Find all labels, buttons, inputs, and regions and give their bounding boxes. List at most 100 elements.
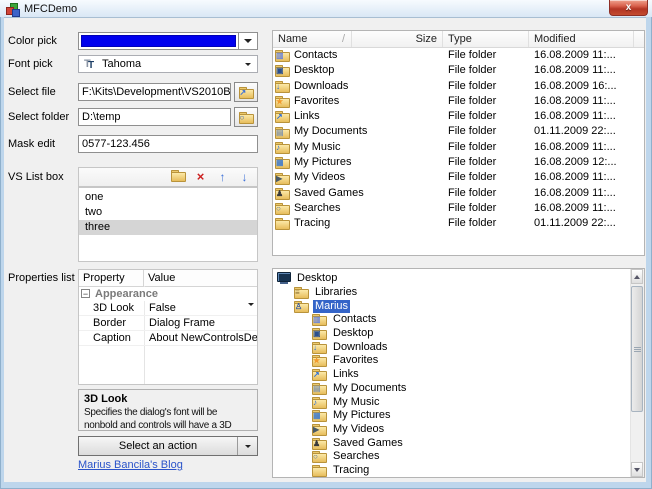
scroll-down-button[interactable] [631,462,643,477]
tree-item-my-music[interactable]: ♪My Music [273,395,644,409]
table-row[interactable]: ▥ContactsFile folder16.08.2009 11:... [273,48,644,63]
table-row[interactable]: ○SearchesFile folder16.08.2009 11:... [273,201,644,216]
chevron-down-icon[interactable] [237,437,257,455]
table-row[interactable]: ♪My MusicFile folder16.08.2009 11:... [273,140,644,155]
title-bar[interactable]: MFCDemo x [0,0,652,17]
property-group-row[interactable]: − Appearance [79,287,257,301]
blog-link[interactable]: Marius Bancila's Blog [78,459,183,472]
file-type: File folder [443,94,529,109]
action-button-label: Select an action [79,437,237,455]
scrollbar[interactable] [630,269,644,477]
property-value[interactable]: About NewControlsDemo [145,331,257,345]
table-row[interactable]: ▤My DocumentsFile folder01.11.2009 22:..… [273,124,644,139]
links-folder-icon: ↗ [275,110,290,123]
mask-edit-input[interactable]: 0577-123.456 [78,135,258,153]
folder-path-input[interactable]: D:\temp [78,108,231,126]
table-row[interactable]: ↓DownloadsFile folder16.08.2009 16:... [273,79,644,94]
property-value[interactable]: False [145,301,257,315]
table-row[interactable]: ★FavoritesFile folder16.08.2009 11:... [273,94,644,109]
description-title: 3D Look [84,393,252,406]
list-item[interactable]: one [79,190,257,205]
tree-item-my-videos[interactable]: ▶My Videos [273,423,644,437]
column-header-type[interactable]: Type [443,31,529,47]
games-folder-icon: ♟ [275,187,290,200]
color-pick-combo[interactable] [78,32,258,50]
listbox-toolbar: × ↑ ↓ [78,167,258,187]
vs-listbox[interactable]: one two three [78,187,258,262]
table-row[interactable]: ▣DesktopFile folder16.08.2009 11:... [273,63,644,78]
tracing-folder-icon [275,217,290,230]
chevron-down-icon[interactable] [248,305,254,315]
desktop-computer-icon [277,272,291,285]
file-name: Searches [294,201,340,216]
close-button[interactable]: x [609,0,648,16]
desktop-folder-icon: ▣ [275,64,290,77]
down-arrow-icon [634,468,640,472]
tree-item-my-documents[interactable]: ▤My Documents [273,382,644,396]
table-row[interactable]: TracingFile folder01.11.2009 22:... [273,216,644,231]
tree-item-desktop[interactable]: Desktop [273,272,644,286]
file-path-input[interactable]: F:\Kits\Development\VS2010Beta2\VS [78,83,231,101]
tree-item-links[interactable]: ↗Links [273,368,644,382]
tracing-folder-icon [312,464,327,477]
browse-folder-button[interactable]: ○ [234,107,258,127]
chevron-down-icon[interactable] [238,33,257,49]
group-label: Appearance [95,288,158,300]
tree-item-tracing[interactable]: Tracing [273,464,644,478]
desktop-folder-icon: ▣ [312,327,327,340]
tree-item-label: My Documents [331,382,408,395]
tree-item-label: Downloads [331,341,389,354]
searches-folder-icon: ○ [312,450,327,463]
file-type: File folder [443,48,529,63]
property-row[interactable]: 3D Look False [79,301,257,316]
links-folder-icon: ↗ [312,368,327,381]
table-row[interactable]: ▦My PicturesFile folder16.08.2009 12:... [273,155,644,170]
collapse-icon[interactable]: − [81,289,90,298]
scroll-up-button[interactable] [631,269,643,284]
property-grid-header: Property Value [79,270,257,287]
tree-item-contacts[interactable]: ▥Contacts [273,313,644,327]
tree-item-downloads[interactable]: ↓Downloads [273,340,644,354]
property-row[interactable]: Border Dialog Frame [79,316,257,331]
list-item[interactable]: two [79,205,257,220]
tree-item-favorites[interactable]: ★Favorites [273,354,644,368]
tree-item-desktop[interactable]: ▣Desktop [273,327,644,341]
property-row[interactable]: Caption About NewControlsDemo [79,331,257,346]
file-name: Saved Games [294,186,364,201]
chevron-down-icon[interactable] [239,63,257,66]
table-row[interactable]: ♟Saved GamesFile folder16.08.2009 11:... [273,186,644,201]
tree-item-saved-games[interactable]: ♟Saved Games [273,436,644,450]
list-item[interactable]: three [79,220,257,235]
favorites-folder-icon: ★ [275,95,290,108]
file-list[interactable]: Name/ Size Type Modified ▥ContactsFile f… [272,30,645,256]
tree-item-my-pictures[interactable]: ▦My Pictures [273,409,644,423]
column-header-size[interactable]: Size [352,31,443,47]
property-column-header[interactable]: Property [79,270,144,286]
font-name: Tahoma [102,56,239,72]
value-column-header[interactable]: Value [144,270,257,286]
move-up-icon[interactable]: ↑ [215,170,230,184]
action-button[interactable]: Select an action [78,436,258,456]
tree-item-searches[interactable]: ○Searches [273,450,644,464]
tree-item-marius[interactable]: ♙Marius [273,299,644,313]
new-folder-icon[interactable] [171,169,186,186]
tree-item-libraries[interactable]: ≡Libraries [273,286,644,300]
scroll-thumb[interactable] [631,286,643,412]
delete-icon[interactable]: × [193,170,208,184]
file-modified: 16.08.2009 16:... [529,79,644,94]
column-header-modified[interactable]: Modified [529,31,634,47]
table-row[interactable]: ↗LinksFile folder16.08.2009 11:... [273,109,644,124]
property-name: Border [93,316,145,330]
color-pick-label: Color pick [8,35,57,48]
games-folder-icon: ♟ [312,437,327,450]
tree-item-label: My Music [331,396,381,409]
font-pick-combo[interactable]: TT Tahoma [78,55,258,73]
table-row[interactable]: ▶My VideosFile folder16.08.2009 11:... [273,170,644,185]
move-down-icon[interactable]: ↓ [237,170,252,184]
property-value[interactable]: Dialog Frame [145,316,257,330]
column-header-name[interactable]: Name/ [273,31,352,47]
window: MFCDemo x Color pick Font pick Select fi… [0,0,652,489]
file-modified: 01.11.2009 22:... [529,124,644,139]
browse-file-button[interactable]: ↗ [234,82,258,102]
tree-view[interactable]: Desktop≡Libraries♙Marius▥Contacts▣Deskto… [272,268,645,478]
